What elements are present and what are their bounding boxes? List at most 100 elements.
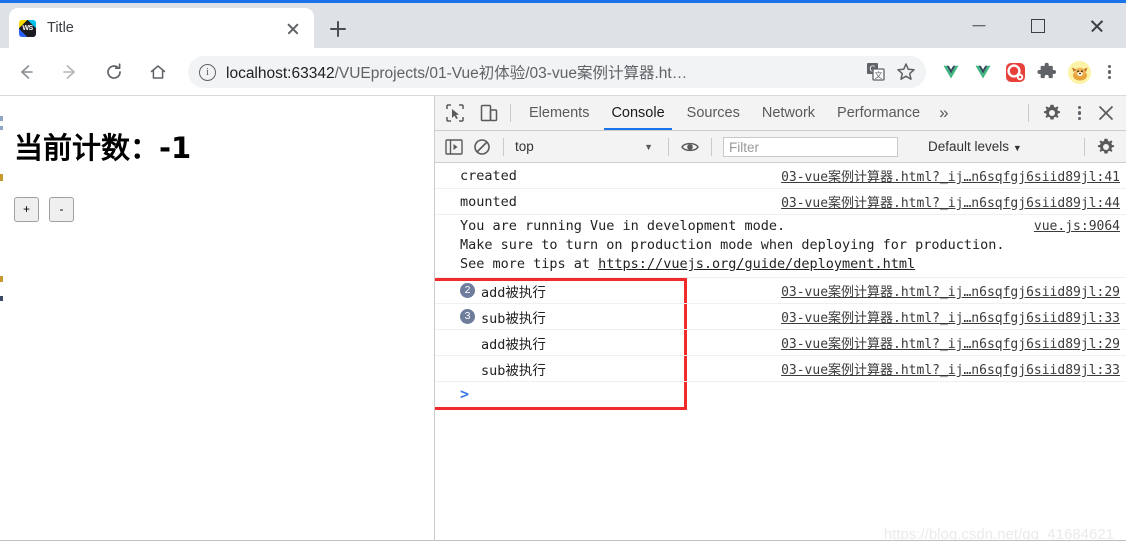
- forward-arrow-icon[interactable]: [52, 54, 88, 90]
- tab-sources[interactable]: Sources: [676, 96, 751, 130]
- console-message-source[interactable]: 03-vue案例计算器.html?_ij…n6sqfgj6siid89jl:33: [781, 359, 1120, 378]
- gear-icon[interactable]: [1038, 99, 1066, 127]
- browser-tab[interactable]: Title: [9, 8, 314, 48]
- clear-console-icon[interactable]: [468, 133, 496, 161]
- url-host: localhost:63342: [226, 65, 335, 82]
- gear-icon[interactable]: [1092, 133, 1120, 161]
- console-prompt[interactable]: >: [435, 382, 1126, 406]
- console-context-selector[interactable]: top ▼: [511, 137, 661, 157]
- show-console-sidebar-icon[interactable]: [440, 133, 468, 161]
- deployment-guide-link[interactable]: https://vuejs.org/guide/deployment.html: [598, 256, 915, 272]
- divider: [503, 137, 504, 156]
- kebab-menu-icon[interactable]: [1096, 58, 1122, 86]
- tab-elements[interactable]: Elements: [518, 96, 600, 130]
- console-message-text-prefix: See more tips at: [460, 256, 599, 272]
- devtools-tabbar-actions: [1021, 99, 1126, 127]
- console-toolbar: top ▼ Filter Default levels ▼: [435, 131, 1126, 163]
- console-message-text: mounted: [460, 193, 517, 210]
- console-context-value: top: [515, 139, 534, 154]
- console-message-source[interactable]: 03-vue案例计算器.html?_ij…n6sqfgj6siid89jl:44: [781, 192, 1120, 211]
- message-count-badge: 3: [460, 309, 475, 324]
- live-expression-icon[interactable]: [676, 133, 704, 161]
- back-arrow-icon[interactable]: [8, 54, 44, 90]
- url-path: /VUEprojects/01-Vue初体验/03-vue案例计算器.ht…: [334, 65, 688, 82]
- divider: [711, 137, 712, 156]
- device-icon[interactable]: [475, 99, 503, 127]
- close-icon[interactable]: [1092, 99, 1120, 127]
- console-message[interactable]: 2 add被执行 03-vue案例计算器.html?_ij…n6sqfgj6si…: [435, 278, 1126, 304]
- console-message[interactable]: mounted 03-vue案例计算器.html?_ij…n6sqfgj6sii…: [435, 189, 1126, 215]
- close-icon[interactable]: [282, 17, 304, 39]
- cursor-box-icon[interactable]: [441, 99, 469, 127]
- message-count-badge: 2: [460, 283, 475, 298]
- console-message-list[interactable]: created 03-vue案例计算器.html?_ij…n6sqfgj6sii…: [435, 163, 1126, 540]
- svg-text:文: 文: [875, 70, 883, 80]
- devtools-panel: Elements Console Sources Network Perform…: [434, 96, 1126, 540]
- address-bar[interactable]: localhost:63342/VUEprojects/01-Vue初体验/03…: [188, 56, 926, 88]
- divider: [510, 104, 511, 122]
- background-window-sliver: [0, 96, 3, 540]
- window-controls: [950, 3, 1126, 48]
- console-message[interactable]: You are running Vue in development mode.…: [435, 215, 1126, 278]
- tab-console[interactable]: Console: [600, 96, 675, 130]
- browser-toolbar: localhost:63342/VUEprojects/01-Vue初体验/03…: [0, 48, 1126, 96]
- vue-logo-icon[interactable]: [936, 57, 966, 87]
- prompt-chevron-icon: >: [460, 385, 470, 403]
- console-message-text: add被执行: [481, 336, 546, 353]
- log-levels-label: Default levels: [928, 139, 1010, 154]
- kebab-menu-icon[interactable]: [1066, 99, 1092, 127]
- dog-avatar-icon[interactable]: [1064, 57, 1094, 87]
- gear-icon[interactable]: [1000, 57, 1030, 87]
- console-message-source[interactable]: vue.js:9064: [1034, 219, 1120, 234]
- divider: [1084, 137, 1085, 156]
- console-message[interactable]: created 03-vue案例计算器.html?_ij…n6sqfgj6sii…: [435, 163, 1126, 189]
- calculator-buttons: + -: [14, 197, 434, 222]
- minimize-icon[interactable]: [950, 3, 1009, 48]
- filter-input[interactable]: Filter: [723, 136, 898, 157]
- console-message-source[interactable]: 03-vue案例计算器.html?_ij…n6sqfgj6siid89jl:41: [781, 166, 1120, 185]
- plus-icon[interactable]: [325, 16, 351, 42]
- info-circle-icon[interactable]: [199, 63, 216, 81]
- divider: [668, 137, 669, 156]
- close-icon[interactable]: [1067, 3, 1126, 48]
- console-message-source[interactable]: 03-vue案例计算器.html?_ij…n6sqfgj6siid89jl:29: [781, 281, 1120, 300]
- console-message-text: See more tips at https://vuejs.org/guide…: [460, 255, 1120, 274]
- home-icon[interactable]: [140, 54, 176, 90]
- chevron-down-icon: ▼: [644, 141, 653, 152]
- increment-button[interactable]: +: [14, 197, 39, 222]
- browser-window: Title: [0, 0, 1126, 557]
- console-message-text: sub被执行: [481, 362, 546, 379]
- translate-icon[interactable]: G 文: [862, 58, 890, 86]
- tab-network[interactable]: Network: [751, 96, 826, 130]
- tab-title: Title: [47, 20, 74, 36]
- console-message-source[interactable]: 03-vue案例计算器.html?_ij…n6sqfgj6siid89jl:29: [781, 333, 1120, 352]
- console-message[interactable]: 3 sub被执行 03-vue案例计算器.html?_ij…n6sqfgj6si…: [435, 304, 1126, 330]
- log-levels-dropdown[interactable]: Default levels ▼: [928, 139, 1022, 154]
- tab-strip: Title: [0, 0, 1126, 48]
- vue-logo-icon[interactable]: [968, 57, 998, 87]
- puzzle-icon[interactable]: [1032, 57, 1062, 87]
- console-toolbar-actions: [1077, 133, 1126, 161]
- star-icon[interactable]: [892, 58, 920, 86]
- tab-performance[interactable]: Performance: [826, 96, 931, 130]
- console-message-text: created: [460, 167, 517, 184]
- devtools-tab-bar: Elements Console Sources Network Perform…: [435, 96, 1126, 131]
- page-viewport: 当前计数：-1 + -: [0, 96, 434, 540]
- maximize-icon[interactable]: [1009, 3, 1068, 48]
- reload-icon[interactable]: [96, 54, 132, 90]
- console-message-text: Make sure to turn on production mode whe…: [460, 237, 1005, 253]
- console-message-text: add被执行: [481, 284, 546, 301]
- console-message[interactable]: add被执行 03-vue案例计算器.html?_ij…n6sqfgj6siid…: [435, 330, 1126, 356]
- console-message[interactable]: sub被执行 03-vue案例计算器.html?_ij…n6sqfgj6siid…: [435, 356, 1126, 382]
- console-message-text: You are running Vue in development mode.: [460, 218, 786, 234]
- divider: [1028, 104, 1029, 122]
- more-tabs-icon[interactable]: »: [931, 103, 956, 123]
- console-message-source[interactable]: 03-vue案例计算器.html?_ij…n6sqfgj6siid89jl:33: [781, 307, 1120, 326]
- chevron-down-icon: ▼: [1012, 143, 1022, 153]
- console-message-text: sub被执行: [481, 310, 546, 327]
- decrement-button[interactable]: -: [49, 197, 74, 222]
- page-title: 当前计数：-1: [14, 131, 192, 165]
- url-text: localhost:63342/VUEprojects/01-Vue初体验/03…: [226, 61, 860, 83]
- webstorm-icon: [19, 19, 36, 37]
- extension-icons: [934, 57, 1126, 87]
